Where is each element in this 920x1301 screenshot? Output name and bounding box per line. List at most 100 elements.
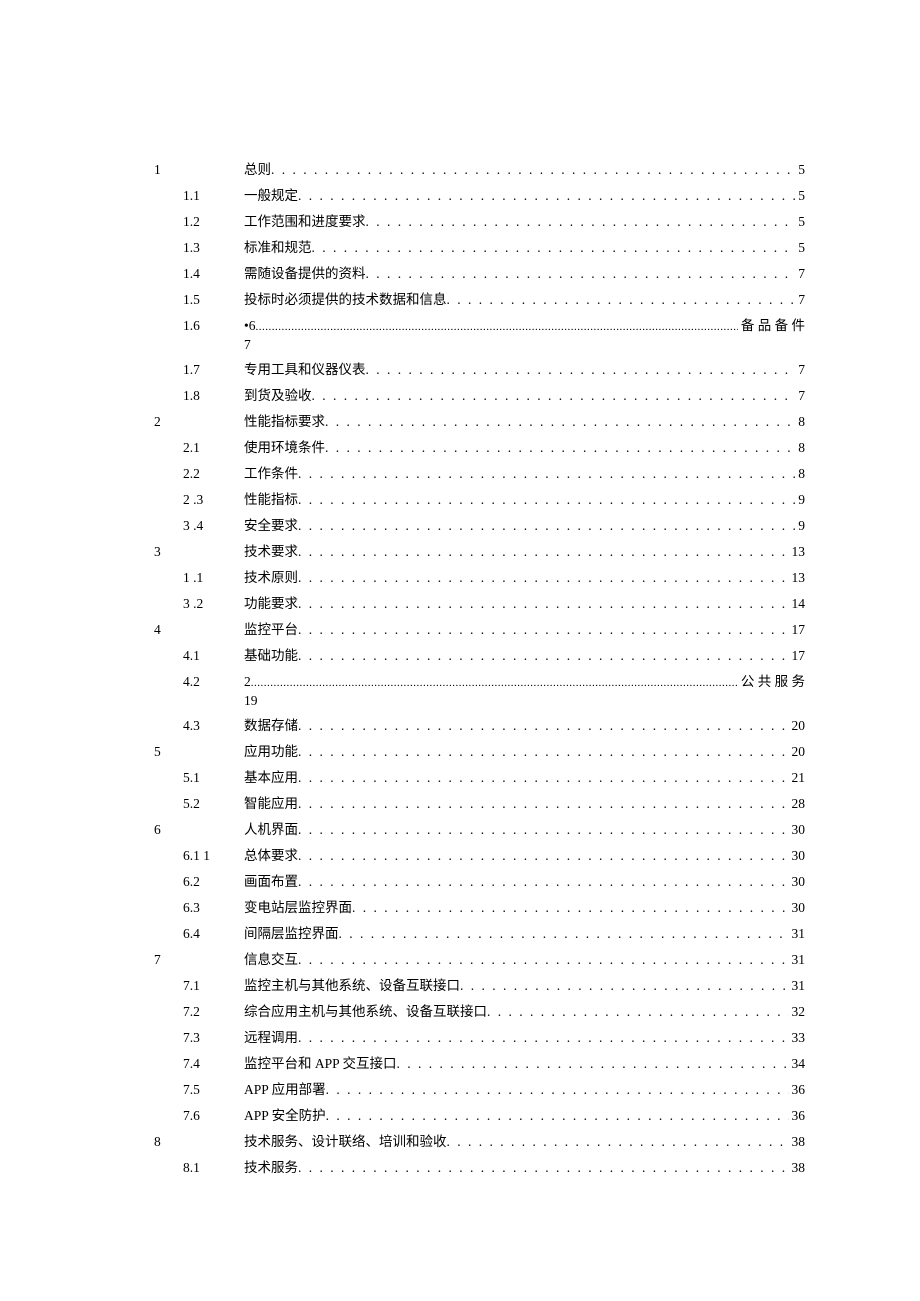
toc-leader-dots <box>352 901 789 915</box>
toc-subsection-number: 3 .4 <box>183 519 244 533</box>
toc-row: 1.2工作范围和进度要求5 <box>154 215 805 229</box>
toc-page-number: 30 <box>789 901 806 915</box>
toc-page-number: 8 <box>795 415 805 429</box>
toc-leader-dots <box>298 623 789 637</box>
toc-leader-dots <box>325 415 795 429</box>
toc-leader-dots <box>312 389 796 403</box>
toc-title: 应用功能 <box>244 745 298 759</box>
toc-row: 2.2工作条件8 <box>154 467 805 481</box>
toc-title: 综合应用主机与其他系统、设备互联接口 <box>244 1005 487 1019</box>
toc-row: 7.5APP 应用部署36 <box>154 1083 805 1097</box>
toc-row: 3技术要求13 <box>154 545 805 559</box>
toc-leader-dots <box>447 293 796 307</box>
toc-leader-dots <box>298 849 789 863</box>
toc-page-number: 17 <box>789 649 806 663</box>
toc-page-number: 31 <box>789 927 806 941</box>
toc-page-number: 5 <box>795 189 805 203</box>
toc-page-number: 34 <box>789 1057 806 1071</box>
toc-title: 使用环境条件 <box>244 441 325 455</box>
toc-leader-dots <box>397 1057 789 1071</box>
toc-section-number: 2 <box>154 415 183 429</box>
toc-subsection-number: 4.2 <box>183 675 244 689</box>
toc-subsection-number: 1.8 <box>183 389 244 403</box>
toc-title: 数据存储 <box>244 719 298 733</box>
toc-page-number: 7 <box>795 293 805 307</box>
toc-subsection-number: 2 .3 <box>183 493 244 507</box>
toc-row: 3 .4安全要求 9 <box>154 519 805 533</box>
toc-row: 7信息交互31 <box>154 953 805 967</box>
toc-row: 1.1一般规定5 <box>154 189 805 203</box>
toc-leader-dots <box>271 163 795 177</box>
toc-page-number: 5 <box>795 241 805 255</box>
toc-page-number: 8 <box>795 441 805 455</box>
toc-section-number: 5 <box>154 745 183 759</box>
toc-page-number: 30 <box>789 849 806 863</box>
toc-title: 标准和规范 <box>244 241 312 255</box>
toc-row: 7.2综合应用主机与其他系统、设备互联接口32 <box>154 1005 805 1019</box>
toc-extra-line: 19 <box>154 694 805 708</box>
toc-trailing-text: 公 共 服 务 <box>738 675 805 689</box>
toc-page-number: 32 <box>789 1005 806 1019</box>
toc-extra-line: 7 <box>154 338 805 352</box>
toc-row: 1.8到货及验收7 <box>154 389 805 403</box>
toc-title: 技术原则 <box>244 571 298 585</box>
toc-subsection-number: 1.7 <box>183 363 244 377</box>
toc-subsection-number: 1.2 <box>183 215 244 229</box>
toc-row: 8技术服务、设计联络、培训和验收38 <box>154 1135 805 1149</box>
toc-subsection-number: 7.6 <box>183 1109 244 1123</box>
toc-section-number: 6 <box>154 823 183 837</box>
toc-page-number: 36 <box>789 1109 806 1123</box>
toc-leader-dots <box>487 1005 789 1019</box>
toc-leader-dots <box>298 545 789 559</box>
toc-section-number: 1 <box>154 163 183 177</box>
toc-title: 安全要求 <box>244 519 298 533</box>
toc-title: APP 应用部署 <box>244 1083 326 1097</box>
toc-leader-dots <box>255 322 737 333</box>
toc-row: 2性能指标要求8 <box>154 415 805 429</box>
toc-page-number: 31 <box>789 953 806 967</box>
toc-section-number: 7 <box>154 953 183 967</box>
toc-row: 6.2画面布置30 <box>154 875 805 889</box>
toc-subsection-number: 6.3 <box>183 901 244 915</box>
toc-page-number: 21 <box>789 771 806 785</box>
toc-subsection-number: 1.5 <box>183 293 244 307</box>
toc-row: 4.3数据存储 20 <box>154 719 805 733</box>
toc-subsection-number: 4.3 <box>183 719 244 733</box>
toc-section-number: 8 <box>154 1135 183 1149</box>
toc-subsection-number: 2.1 <box>183 441 244 455</box>
toc-row: 6.4间隔层监控界面31 <box>154 927 805 941</box>
toc-subsection-number: 1.3 <box>183 241 244 255</box>
toc-row: 5应用功能20 <box>154 745 805 759</box>
toc-page-number: 7 <box>795 389 805 403</box>
toc-title: 监控主机与其他系统、设备互联接口 <box>244 979 460 993</box>
toc-title: 画面布置 <box>244 875 298 889</box>
toc-page-number: 38 <box>789 1161 806 1175</box>
toc-section-number: 4 <box>154 623 183 637</box>
toc-title: 技术要求 <box>244 545 298 559</box>
toc-title: 工作条件 <box>244 467 298 481</box>
toc-leader-dots <box>447 1135 789 1149</box>
toc-row: 1.6•6备 品 备 件 <box>154 319 805 333</box>
toc-subsection-number: 1 .1 <box>183 571 244 585</box>
toc-page-number: 30 <box>789 823 806 837</box>
toc-page-number: 20 <box>789 719 806 733</box>
toc-title: APP 安全防护 <box>244 1109 326 1123</box>
toc-page-number: 5 <box>795 163 805 177</box>
toc-subsection-number: 7.4 <box>183 1057 244 1071</box>
toc-row: 1.3标准和规范 5 <box>154 241 805 255</box>
toc-page-number: 9 <box>795 493 805 507</box>
toc-title: 远程调用 <box>244 1031 298 1045</box>
toc-row: 7.6APP 安全防护 36 <box>154 1109 805 1123</box>
toc-page-number: 14 <box>789 597 806 611</box>
toc-title: 需随设备提供的资料 <box>244 267 366 281</box>
toc-row: 7.3远程调用33 <box>154 1031 805 1045</box>
toc-subsection-number: 6.1 1 <box>183 849 244 863</box>
toc-page-number: 17 <box>789 623 806 637</box>
toc-trailing-text: 备 品 备 件 <box>738 319 805 333</box>
toc-title: 人机界面 <box>244 823 298 837</box>
toc-row: 1 .1技术原则13 <box>154 571 805 585</box>
toc-title: 监控平台和 APP 交互接口 <box>244 1057 397 1071</box>
toc-leader-dots <box>298 823 789 837</box>
toc-row: 2 .3性能指标9 <box>154 493 805 507</box>
toc-page-number: 9 <box>795 519 805 533</box>
